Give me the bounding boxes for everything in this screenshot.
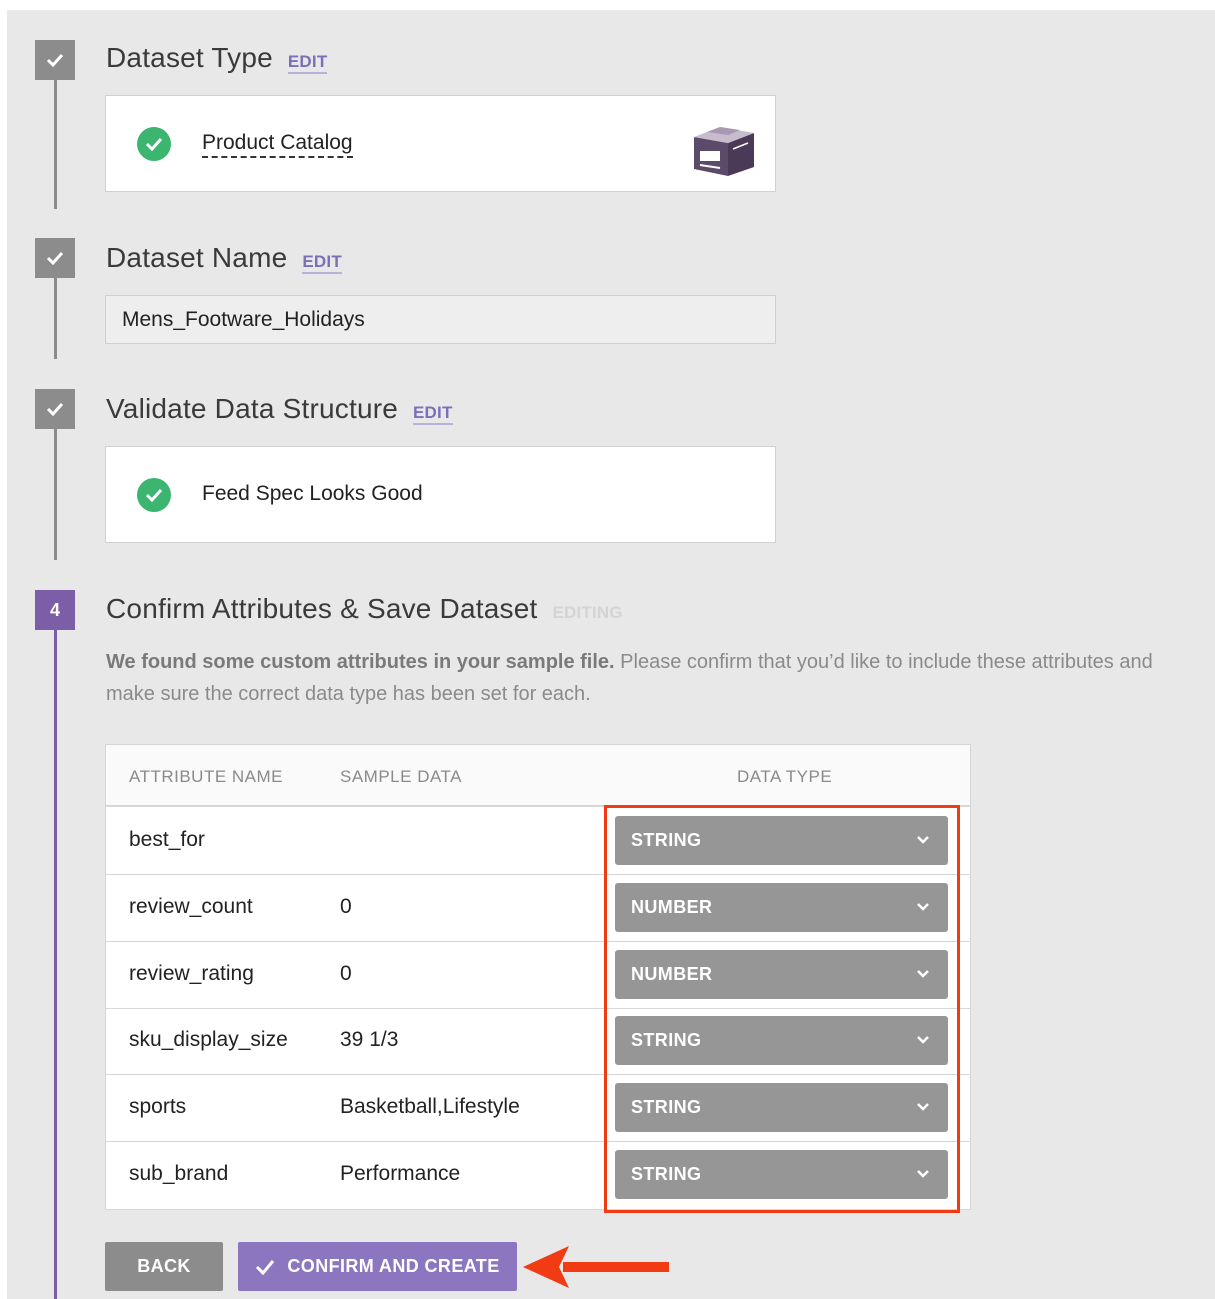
dataset-type-value: Product Catalog xyxy=(202,131,353,158)
attribute-name: review_rating xyxy=(129,962,254,985)
step-1-complete-marker xyxy=(35,40,75,80)
header-sample-data: SAMPLE DATA xyxy=(340,767,463,786)
dataset-type-card: Product Catalog xyxy=(105,95,776,192)
box-icon xyxy=(694,127,754,176)
step-4-marker: 4 xyxy=(35,590,75,630)
check-icon xyxy=(46,251,64,265)
step-1-title-row: Dataset Type EDIT xyxy=(106,42,328,74)
step-2-edit-link[interactable]: EDIT xyxy=(302,252,342,274)
check-icon xyxy=(256,1259,275,1275)
success-check-icon xyxy=(137,478,171,512)
step-1-title: Dataset Type xyxy=(106,42,273,73)
step-3-complete-marker xyxy=(35,389,75,429)
step-4-description: We found some custom attributes in your … xyxy=(106,651,1153,705)
table-header: ATTRIBUTE NAME SAMPLE DATA DATA TYPE xyxy=(106,745,970,807)
check-icon xyxy=(46,402,64,416)
data-type-highlight-annotation xyxy=(604,805,960,1213)
step-3-edit-link[interactable]: EDIT xyxy=(413,403,453,425)
step-1-edit-link[interactable]: EDIT xyxy=(287,52,328,74)
step-connector xyxy=(54,429,57,560)
arrow-left-annotation-icon xyxy=(523,1246,669,1288)
attribute-name: review_count xyxy=(129,895,253,918)
step-connector xyxy=(54,80,57,209)
step-connector xyxy=(54,278,57,359)
step-4-status-label: EDITING xyxy=(552,603,623,622)
attribute-name: sports xyxy=(129,1095,187,1118)
confirm-and-create-button[interactable]: CONFIRM AND CREATE xyxy=(238,1242,517,1291)
step-connector-active xyxy=(54,630,57,1299)
success-check-icon xyxy=(137,127,171,161)
sample-data: Basketball,Lifestyle xyxy=(340,1095,520,1118)
step-4-title-row: Confirm Attributes & Save Dataset EDITIN… xyxy=(106,593,623,625)
sample-data: 0 xyxy=(340,895,352,918)
attribute-name: sku_display_size xyxy=(129,1028,288,1051)
header-attribute-name: ATTRIBUTE NAME xyxy=(129,767,284,786)
back-button[interactable]: BACK xyxy=(105,1242,223,1291)
sample-data: 0 xyxy=(340,962,352,985)
dataset-name-field: Mens_Footware_Holidays xyxy=(105,295,776,344)
step-3-title: Validate Data Structure xyxy=(106,393,399,424)
step-4-title: Confirm Attributes & Save Dataset xyxy=(106,593,538,624)
attribute-name: sub_brand xyxy=(129,1162,229,1185)
validation-card: Feed Spec Looks Good xyxy=(105,446,776,543)
attribute-name: best_for xyxy=(129,828,205,851)
header-data-type: DATA TYPE xyxy=(737,767,833,786)
sample-data: 39 1/3 xyxy=(340,1028,399,1051)
step-2-title: Dataset Name xyxy=(106,242,288,273)
step-2-title-row: Dataset Name EDIT xyxy=(106,242,342,274)
validation-message: Feed Spec Looks Good xyxy=(202,482,423,505)
check-icon xyxy=(46,53,64,67)
sample-data: Performance xyxy=(340,1162,461,1185)
step-3-title-row: Validate Data Structure EDIT xyxy=(106,393,453,425)
step-2-complete-marker xyxy=(35,238,75,278)
confirm-and-create-label: CONFIRM AND CREATE xyxy=(287,1256,500,1276)
